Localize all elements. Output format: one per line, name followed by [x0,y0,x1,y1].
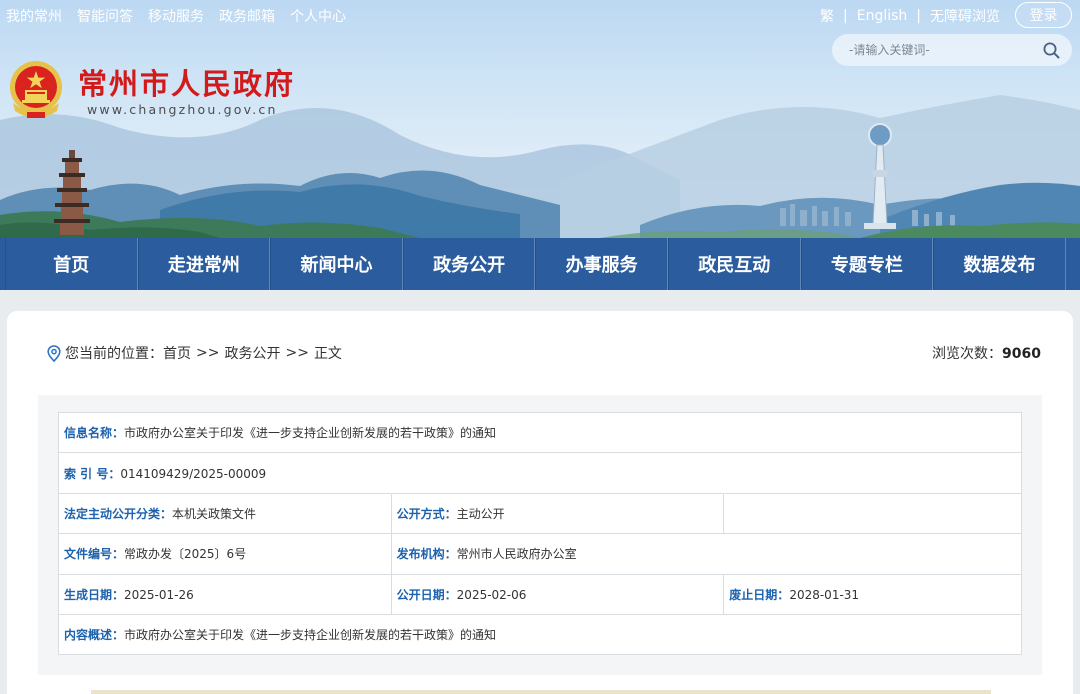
created-value: 2025-01-26 [124,587,194,602]
table-row: 信息名称：市政府办公室关于印发《进一步支持企业创新发展的若干政策》的通知 [58,411,1022,454]
divider [91,690,991,694]
expire-label: 废止日期： [729,587,790,602]
language-links: 繁 | English | 无障碍浏览 [820,6,1000,26]
breadcrumb-sep: >> [196,345,220,361]
category-label: 法定主动公开分类： [64,506,173,521]
national-emblem [10,61,62,118]
category-value: 本机关政策文件 [172,506,257,521]
top-link-my-changzhou[interactable]: 我的常州 [6,6,62,26]
index-value: 014109429/2025-00009 [120,466,267,481]
summary-value: 市政府办公室关于印发《进一步支持企业创新发展的若干政策》的通知 [124,628,497,643]
accessibility-link[interactable]: 无障碍浏览 [930,6,1000,26]
doc-no-cell: 文件编号：常政办发〔2025〕6号 [58,533,392,575]
info-name-value: 市政府办公室关于印发《进一步支持企业创新发展的若干政策》的通知 [124,426,497,441]
header-banner: 我的常州 智能问答 移动服务 政务邮箱 个人中心 繁 | English | 无… [0,0,1080,238]
top-link-smart-qa[interactable]: 智能问答 [77,6,133,26]
search-icon[interactable] [1043,42,1060,59]
publish-method-label: 公开方式： [396,506,457,521]
view-count-value: 9060 [1002,346,1041,362]
created-label: 生成日期： [64,587,125,602]
table-row: 内容概述：市政府办公室关于印发《进一步支持企业创新发展的若干政策》的通知 [58,613,1022,656]
main-nav: 首页 走进常州 新闻中心 政务公开 办事服务 政民互动 专题专栏 数据发布 [0,238,1080,290]
issuer-value: 常州市人民政府办公室 [456,547,577,562]
english-link[interactable]: English [857,8,908,24]
nav-special-topics[interactable]: 专题专栏 [800,238,934,290]
publish-method-value: 主动公开 [456,506,505,521]
separator: | [916,8,921,24]
content-panel: 您当前的位置： 首页 >> 政务公开 >> 正文 浏览次数：9060 信息名称：… [7,311,1073,694]
top-links: 我的常州 智能问答 移动服务 政务邮箱 个人中心 [6,6,346,26]
top-link-personal-center[interactable]: 个人中心 [290,6,346,26]
breadcrumb-prefix: 您当前的位置： [65,346,163,362]
public-date-value: 2025-02-06 [456,587,527,602]
empty-cell [723,492,1022,535]
top-link-gov-mail[interactable]: 政务邮箱 [219,6,275,26]
issuer-label: 发布机构： [396,547,457,562]
table-row: 生成日期：2025-01-26 公开日期：2025-02-06 废止日期：202… [58,573,1022,615]
doc-no-label: 文件编号： [64,547,125,562]
login-button[interactable]: 登录 [1015,2,1072,28]
nav-services[interactable]: 办事服务 [535,238,668,290]
nav-interaction[interactable]: 政民互动 [667,238,801,290]
separator: | [843,8,848,24]
expire-value: 2028-01-31 [789,587,860,602]
table-row: 索 引 号：014109429/2025-00009 [58,452,1022,494]
breadcrumb-current: 正文 [313,346,342,362]
index-cell: 索 引 号：014109429/2025-00009 [58,452,1022,494]
info-name-cell: 信息名称：市政府办公室关于印发《进一步支持企业创新发展的若干政策》的通知 [58,411,1022,454]
expire-cell: 废止日期：2028-01-31 [723,573,1022,615]
nav-about-changzhou[interactable]: 走进常州 [137,238,271,290]
index-label: 索 引 号： [64,466,121,481]
site-url: www.changzhou.gov.cn [87,102,278,117]
breadcrumb-home[interactable]: 首页 [163,343,191,363]
table-row: 法定主动公开分类：本机关政策文件 公开方式：主动公开 [58,492,1022,535]
breadcrumb-sep: >> [285,345,309,361]
breadcrumb-gov-affairs[interactable]: 政务公开 [224,343,280,363]
nav-gov-affairs[interactable]: 政务公开 [402,238,536,290]
top-link-mobile-service[interactable]: 移动服务 [148,6,204,26]
category-cell: 法定主动公开分类：本机关政策文件 [58,492,392,535]
table-row: 文件编号：常政办发〔2025〕6号 发布机构：常州市人民政府办公室 [58,533,1023,575]
site-title: 常州市人民政府 [78,67,296,101]
public-date-cell: 公开日期：2025-02-06 [390,573,725,615]
created-cell: 生成日期：2025-01-26 [58,573,392,615]
view-count: 浏览次数：9060 [932,343,1041,363]
nav-data-release[interactable]: 数据发布 [933,238,1066,290]
metadata-box: 信息名称：市政府办公室关于印发《进一步支持企业创新发展的若干政策》的通知 索 引… [38,395,1042,675]
publish-method-cell: 公开方式：主动公开 [390,492,725,535]
info-name-label: 信息名称： [64,426,125,441]
doc-no-value: 常政办发〔2025〕6号 [124,547,247,562]
search-input[interactable] [849,43,1029,57]
issuer-cell: 发布机构：常州市人民政府办公室 [390,533,1023,575]
location-pin-icon [47,344,61,362]
metadata-table: 信息名称：市政府办公室关于印发《进一步支持企业创新发展的若干政策》的通知 索 引… [58,411,1023,656]
summary-label: 内容概述： [64,628,125,643]
search-box [832,34,1072,66]
traditional-chinese-link[interactable]: 繁 [820,6,834,26]
nav-news-center[interactable]: 新闻中心 [270,238,403,290]
view-count-label: 浏览次数： [932,346,1003,362]
summary-cell: 内容概述：市政府办公室关于印发《进一步支持企业创新发展的若干政策》的通知 [58,613,1022,656]
public-date-label: 公开日期： [396,587,457,602]
breadcrumb: 您当前的位置： 首页 >> 政务公开 >> 正文 [47,343,342,363]
nav-home[interactable]: 首页 [5,238,138,290]
